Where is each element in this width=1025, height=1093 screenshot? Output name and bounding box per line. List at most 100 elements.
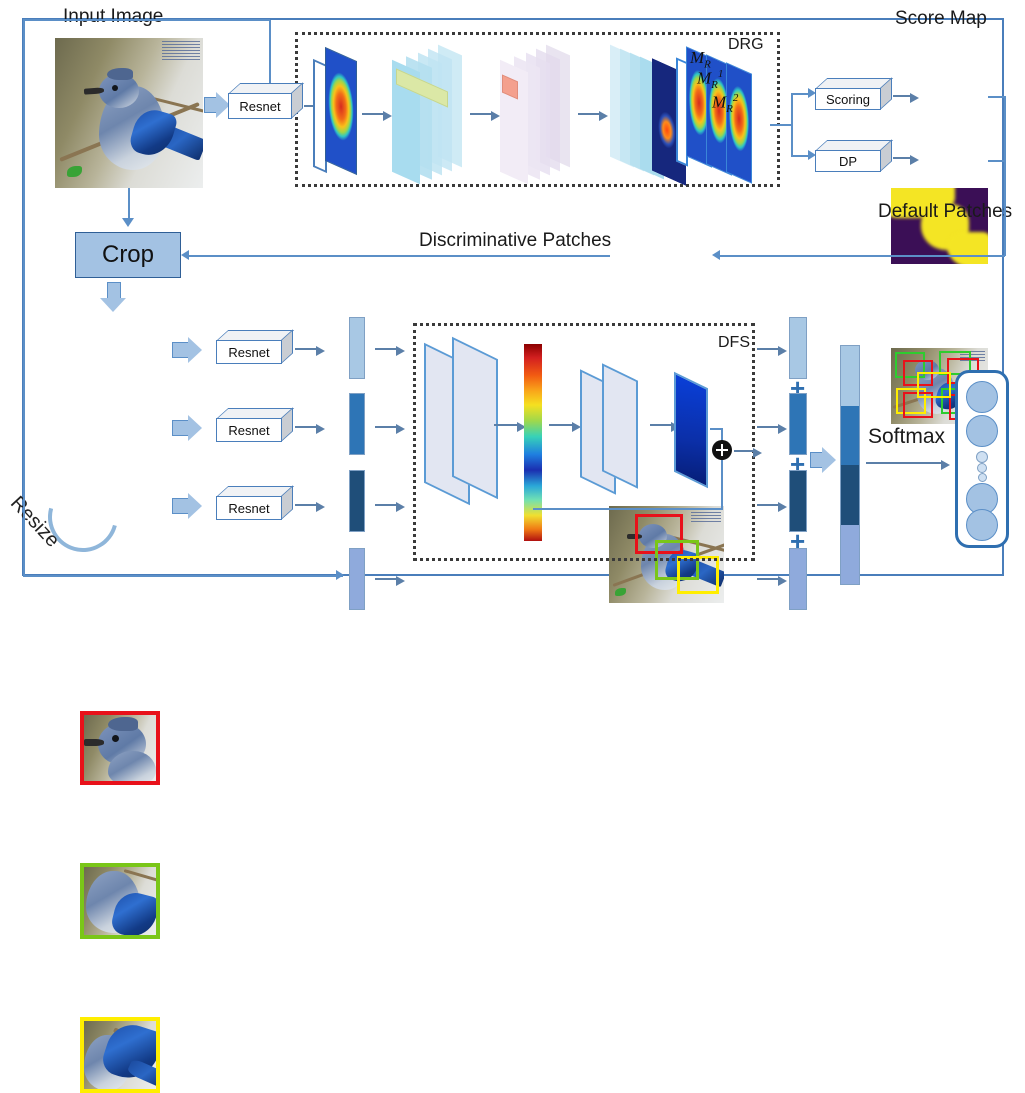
dfs-input-planes <box>424 336 510 514</box>
cuboid-front-face: Resnet <box>216 418 282 442</box>
scoring-block[interactable]: Scoring <box>815 77 894 110</box>
arrow-global-to-dfs <box>375 575 405 586</box>
arrow-dfs-2 <box>549 421 581 432</box>
resnet-label: Resnet <box>228 500 270 516</box>
patch-image-2 <box>80 863 160 939</box>
arrow-concat <box>810 447 836 473</box>
line-frame-left <box>23 19 25 576</box>
softmax-label: Softmax <box>868 425 946 448</box>
arrow-feature1-to-dfs <box>375 345 405 356</box>
bird-eye <box>112 735 119 742</box>
line-drg-out <box>770 124 792 126</box>
dp-label: DP <box>838 153 858 169</box>
default-patches-label: Default Patches <box>878 201 1013 222</box>
resnet-block-branch-1[interactable]: Resnet <box>216 329 295 364</box>
dp-block[interactable]: DP <box>815 139 894 172</box>
line-split-vertical <box>791 93 793 155</box>
arrow-drg-3 <box>578 110 608 121</box>
score-map-image <box>891 188 988 264</box>
arrowhead-input-down <box>122 218 134 227</box>
arrow-patch3-to-resnet <box>172 493 202 519</box>
cuboid-front-face: Resnet <box>228 93 292 119</box>
feature-bar-1 <box>349 317 365 379</box>
resnet-block-branch-3[interactable]: Resnet <box>216 485 295 520</box>
resnet-label: Resnet <box>239 98 281 114</box>
arrow-feature3-to-dfs <box>375 501 405 512</box>
line-input-down <box>128 188 130 220</box>
dfs-plane <box>602 363 638 489</box>
arrow-drg-2 <box>470 110 500 121</box>
line-resnet-top-feed <box>269 20 271 90</box>
drg-output-label-2: MR2 <box>712 92 739 116</box>
scoring-label: Scoring <box>825 91 871 107</box>
feature-bar-2 <box>349 393 365 455</box>
line-disc-to-crop <box>188 255 610 257</box>
arrow-drg-1 <box>362 110 392 121</box>
concat-segment-1 <box>841 346 859 406</box>
oplus-icon <box>712 440 732 460</box>
line-to-dp <box>791 155 809 157</box>
arrow-dfs-1 <box>494 421 526 432</box>
concat-segment-4 <box>841 524 859 584</box>
arrow-resnet3-to-feature <box>295 501 325 512</box>
drg-input-featuremap <box>313 46 357 176</box>
arrow-input-to-resnet <box>204 92 230 118</box>
arrow-crop-down <box>107 282 121 300</box>
disc-patch-yellow <box>677 556 719 594</box>
arrow-dfs-out <box>734 447 762 458</box>
dfs-mid-planes <box>580 363 652 504</box>
line-global-bottom <box>23 575 343 577</box>
arrowhead-to-crop <box>181 250 189 260</box>
drg-conv-stack-2 <box>500 44 572 185</box>
arrow-patch2-to-resnet <box>172 415 202 441</box>
dfs-output-plane <box>674 371 708 489</box>
output-node <box>966 509 998 541</box>
line-top-to-frame <box>23 19 270 21</box>
cuboid-front-face: Scoring <box>815 88 881 110</box>
image-watermark <box>161 41 200 62</box>
discriminative-patches-label: Discriminative Patches <box>419 230 612 251</box>
input-image-label: Input Image <box>63 6 164 27</box>
arrow-resnet2-to-feature <box>295 423 325 434</box>
cuboid-front-face: DP <box>815 150 881 172</box>
cuboid-front-face: Resnet <box>216 496 282 520</box>
line-patches-right <box>988 160 1006 162</box>
dfs-label: DFS <box>718 334 750 351</box>
resnet-block-branch-2[interactable]: Resnet <box>216 407 295 442</box>
featuremap-heatmap <box>325 46 357 176</box>
output-ellipsis-dot <box>977 463 987 473</box>
arrow-to-fusion-1 <box>757 345 787 356</box>
output-ellipsis-dot <box>976 451 988 463</box>
crop-block[interactable]: Crop <box>75 232 181 278</box>
fusion-input-bar-1 <box>789 317 807 379</box>
concat-segment-3 <box>841 465 859 525</box>
default-patch-box <box>917 372 951 398</box>
concat-segment-2 <box>841 405 859 465</box>
line-return-to-patches <box>719 255 1005 257</box>
arrow-softmax <box>866 459 950 470</box>
output-class-column <box>955 370 1009 548</box>
patch-image-1 <box>80 711 160 785</box>
resnet-label: Resnet <box>228 422 270 438</box>
output-ellipsis-dot <box>978 473 987 482</box>
bird-crest <box>107 68 133 80</box>
resnet-block-top[interactable]: Resnet <box>228 82 305 119</box>
fusion-input-bar-4 <box>789 548 807 610</box>
cuboid-front-face: Resnet <box>216 340 282 364</box>
drg-conv-stack-1 <box>392 44 464 185</box>
score-blob <box>947 232 988 264</box>
arrow-feature2-to-dfs <box>375 423 405 434</box>
arrowhead-global <box>336 570 344 580</box>
drg-output-label-1: MR1 <box>697 68 724 92</box>
arrow-patch1-to-resnet <box>172 337 202 363</box>
arrowhead-to-disc-patches <box>712 250 720 260</box>
arrow-to-fusion-3 <box>757 501 787 512</box>
score-map-label: Score Map <box>895 8 987 29</box>
arrow-to-fusion-4 <box>757 575 787 586</box>
bird-neck <box>108 751 156 781</box>
fusion-input-bar-3 <box>789 470 807 532</box>
fusion-input-bar-2 <box>789 393 807 455</box>
resnet-label: Resnet <box>228 344 270 360</box>
feature-bar-global <box>349 548 365 610</box>
arrow-dfs-3 <box>650 421 680 432</box>
